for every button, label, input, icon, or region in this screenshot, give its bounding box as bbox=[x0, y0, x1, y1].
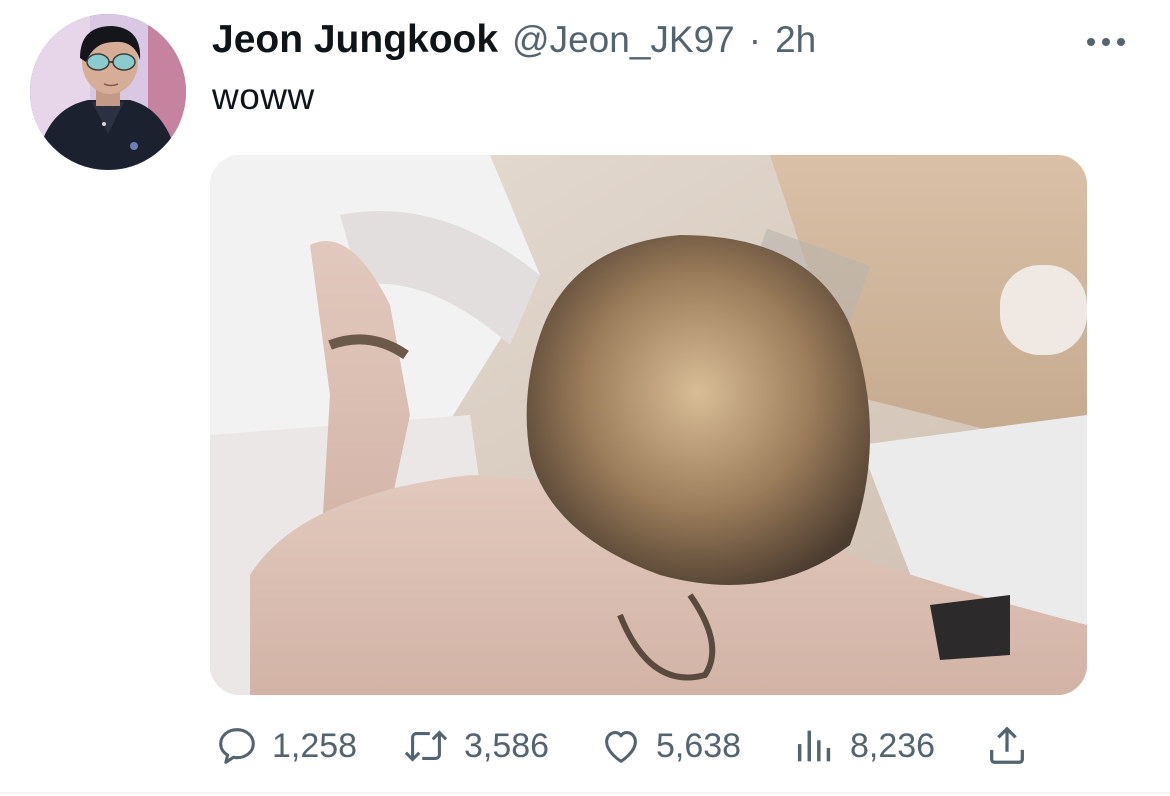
retweet-button[interactable]: 3,586 bbox=[400, 722, 549, 770]
tweet-header: Jeon Jungkook @Jeon_JK97 · 2h bbox=[212, 18, 816, 62]
avatar-image bbox=[30, 14, 186, 170]
author-display-name[interactable]: Jeon Jungkook bbox=[212, 18, 498, 62]
more-options-button[interactable] bbox=[1080, 28, 1132, 56]
tweet-timestamp[interactable]: 2h bbox=[775, 19, 816, 61]
author-avatar[interactable] bbox=[30, 14, 186, 170]
like-count: 5,638 bbox=[656, 726, 742, 765]
share-upload-icon bbox=[990, 726, 1024, 764]
tweet-media-image[interactable] bbox=[210, 155, 1087, 695]
bar-chart-icon bbox=[797, 730, 831, 762]
share-button[interactable] bbox=[984, 722, 1030, 770]
tweet-text: woww bbox=[212, 76, 315, 117]
divider bbox=[0, 792, 1170, 794]
heart-icon bbox=[605, 731, 637, 763]
reply-count: 1,258 bbox=[272, 726, 358, 765]
tweet-card: Jeon Jungkook @Jeon_JK97 · 2h woww 1,258… bbox=[0, 0, 1170, 796]
retweet-icon bbox=[404, 730, 448, 762]
view-count: 8,236 bbox=[850, 726, 936, 765]
retweet-count: 3,586 bbox=[464, 726, 550, 765]
media-photo bbox=[210, 155, 1087, 695]
more-horizontal-icon bbox=[1087, 38, 1125, 46]
header-separator: · bbox=[748, 19, 762, 60]
tweet-actions-bar: 1,258 3,586 5,638 8,236 bbox=[214, 722, 1034, 770]
reply-bubble-icon bbox=[219, 728, 255, 764]
like-button[interactable]: 5,638 bbox=[598, 722, 741, 770]
author-handle[interactable]: @Jeon_JK97 bbox=[512, 19, 735, 61]
views-button[interactable]: 8,236 bbox=[792, 722, 935, 770]
reply-button[interactable]: 1,258 bbox=[214, 722, 357, 770]
